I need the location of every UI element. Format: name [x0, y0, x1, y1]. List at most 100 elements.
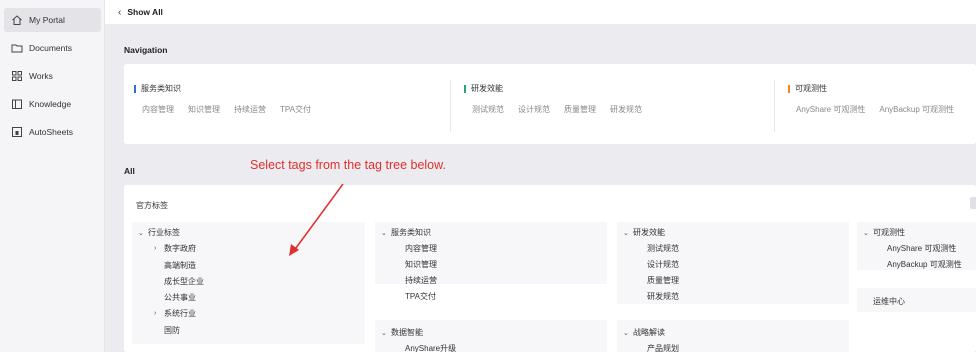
chevron-down-icon[interactable]: ⌄: [381, 329, 391, 337]
tree-node-rd[interactable]: ⌄ 研发效能: [623, 227, 665, 238]
nav-group-observability: 可观测性 AnyShare 可观测性 AnyBackup 可观测性: [780, 64, 976, 144]
sidebar-item-label: Works: [29, 71, 53, 81]
navigation-card: 服务类知识 内容管理 知识管理 持续运营 TPA交付 研发效能 测试规范 设计规…: [124, 64, 976, 144]
tree-node-label: TPA交付: [405, 292, 436, 301]
nav-link[interactable]: 质量管理: [564, 104, 596, 115]
nav-link[interactable]: 内容管理: [142, 104, 174, 115]
grid-icon: [11, 70, 23, 82]
nav-group-title: 可观测性: [788, 83, 827, 94]
tree-node-label: 国防: [164, 326, 180, 335]
main-area: ‹ Show All Navigation 服务类知识 内容管理 知识管理 持续…: [105, 0, 976, 352]
tree-node[interactable]: 设计规范: [647, 259, 679, 270]
tree-node[interactable]: 研发规范: [647, 291, 679, 302]
chevron-down-icon[interactable]: ⌄: [623, 329, 633, 337]
nav-link[interactable]: 持续运营: [234, 104, 266, 115]
tree-node[interactable]: TPA交付: [405, 291, 436, 302]
tree-node-label: 战略解读: [633, 328, 665, 337]
sidebar-item-works[interactable]: Works: [4, 64, 101, 88]
sheet-icon: [11, 126, 23, 138]
nav-link[interactable]: TPA交付: [280, 104, 311, 115]
tree-node-service[interactable]: ⌄ 服务类知识: [381, 227, 431, 238]
nav-link[interactable]: 研发规范: [610, 104, 642, 115]
nav-group-title-text: 可观测性: [795, 84, 827, 93]
accent-bar: [464, 84, 466, 93]
tree-node-label: 系统行业: [164, 309, 196, 318]
sidebar-item-label: AutoSheets: [29, 127, 73, 137]
official-tags-label: 官方标签: [136, 201, 168, 210]
nav-group-title: 服务类知识: [134, 83, 181, 94]
tree-node[interactable]: 知识管理: [405, 259, 437, 270]
nav-link[interactable]: AnyShare 可观测性: [796, 104, 865, 115]
tree-node[interactable]: 国防: [164, 325, 180, 336]
annotation-text: Select tags from the tag tree below.: [250, 158, 446, 172]
tree-node-label: 持续运营: [405, 276, 437, 285]
tree-node[interactable]: › 数字政府: [154, 243, 196, 254]
tree-node-label: 质量管理: [647, 276, 679, 285]
accent-bar: [134, 84, 136, 93]
chevron-right-icon[interactable]: ›: [154, 245, 164, 252]
sidebar-item-documents[interactable]: Documents: [4, 36, 101, 60]
chevron-down-icon[interactable]: ⌄: [138, 229, 148, 237]
divider: [774, 80, 775, 132]
nav-link[interactable]: 设计规范: [518, 104, 550, 115]
all-heading: All: [124, 166, 135, 176]
nav-link[interactable]: 测试规范: [472, 104, 504, 115]
tree-node-label: 成长型企业: [164, 277, 204, 286]
sidebar-item-my-portal[interactable]: My Portal: [4, 8, 101, 32]
tree-node-label: AnyShare 可观测性: [887, 244, 957, 253]
nav-group-title-text: 服务类知识: [141, 84, 181, 93]
tree-panel-rd: ⌄ 研发效能 测试规范 设计规范 质量管理 研发规范: [617, 222, 849, 304]
tree-node[interactable]: 公共事业: [164, 292, 196, 303]
tree-node[interactable]: › 系统行业: [154, 308, 196, 319]
tree-node[interactable]: 高端制造: [164, 260, 196, 271]
tree-panel-strategy: ⌄ 战略解读 产品规划: [617, 320, 849, 352]
sidebar-item-autosheets[interactable]: AutoSheets: [4, 120, 101, 144]
chevron-left-icon[interactable]: ‹: [118, 7, 121, 18]
tree-node[interactable]: AnyShare升级: [405, 343, 456, 352]
tree-node-label: 内容管理: [405, 244, 437, 253]
tree-node-strategy[interactable]: ⌄ 战略解读: [623, 327, 665, 338]
annotation-arrow-icon: [289, 183, 344, 256]
show-all-link[interactable]: Show All: [127, 7, 163, 17]
tree-node-label: 数字政府: [164, 244, 196, 253]
tree-node-label: 产品规划: [647, 344, 679, 352]
nav-group-rd: 研发效能 测试规范 设计规范 质量管理 研发规范: [456, 64, 771, 144]
nav-link[interactable]: AnyBackup 可观测性: [879, 104, 954, 115]
tree-node-label: 服务类知识: [391, 228, 431, 237]
tree-node[interactable]: 持续运营: [405, 275, 437, 286]
tree-node-industry[interactable]: ⌄ 行业标签: [138, 227, 180, 238]
nav-link[interactable]: 知识管理: [188, 104, 220, 115]
tree-node-ops-center[interactable]: 运维中心: [873, 296, 905, 307]
tree-node[interactable]: 产品规划: [647, 343, 679, 352]
chevron-down-icon[interactable]: ⌄: [623, 229, 633, 237]
navigation-heading: Navigation: [124, 45, 168, 55]
tree-node[interactable]: AnyShare 可观测性: [887, 243, 956, 254]
tree-node[interactable]: 质量管理: [647, 275, 679, 286]
chevron-down-icon[interactable]: ⌄: [381, 229, 391, 237]
sidebar-item-label: Knowledge: [29, 99, 72, 109]
tree-node-label: 研发规范: [647, 292, 679, 301]
nav-group-service: 服务类知识 内容管理 知识管理 持续运营 TPA交付: [126, 64, 446, 144]
tree-node[interactable]: 成长型企业: [164, 276, 204, 287]
tree-node-label: AnyShare升级: [405, 344, 457, 352]
chevron-right-icon[interactable]: ›: [154, 310, 164, 317]
tree-node[interactable]: 测试规范: [647, 243, 679, 254]
tree-panel-service: ⌄ 服务类知识 内容管理 知识管理 持续运营 TPA交付: [375, 222, 607, 301]
divider: [450, 80, 451, 132]
tree-node-label: 知识管理: [405, 260, 437, 269]
tree-node-label: 研发效能: [633, 228, 665, 237]
sidebar-item-knowledge[interactable]: Knowledge: [4, 92, 101, 116]
tree-node[interactable]: 内容管理: [405, 243, 437, 254]
book-icon: [11, 98, 23, 110]
tree-node-label: 公共事业: [164, 293, 196, 302]
tree-node-observability[interactable]: ⌄ 可观测性: [863, 227, 905, 238]
nav-group-title: 研发效能: [464, 83, 503, 94]
tree-node[interactable]: AnyBackup 可观测性: [887, 259, 962, 270]
nav-group-links: AnyShare 可观测性 AnyBackup 可观测性: [796, 104, 954, 115]
tree-node-data[interactable]: ⌄ 数据智能: [381, 327, 423, 338]
folder-icon: [11, 42, 23, 54]
chevron-down-icon[interactable]: ⌄: [863, 229, 873, 237]
tree-panel-data: ⌄ 数据智能 AnyShare升级: [375, 320, 607, 352]
accent-bar: [788, 84, 790, 93]
scrollbar[interactable]: [970, 197, 976, 209]
